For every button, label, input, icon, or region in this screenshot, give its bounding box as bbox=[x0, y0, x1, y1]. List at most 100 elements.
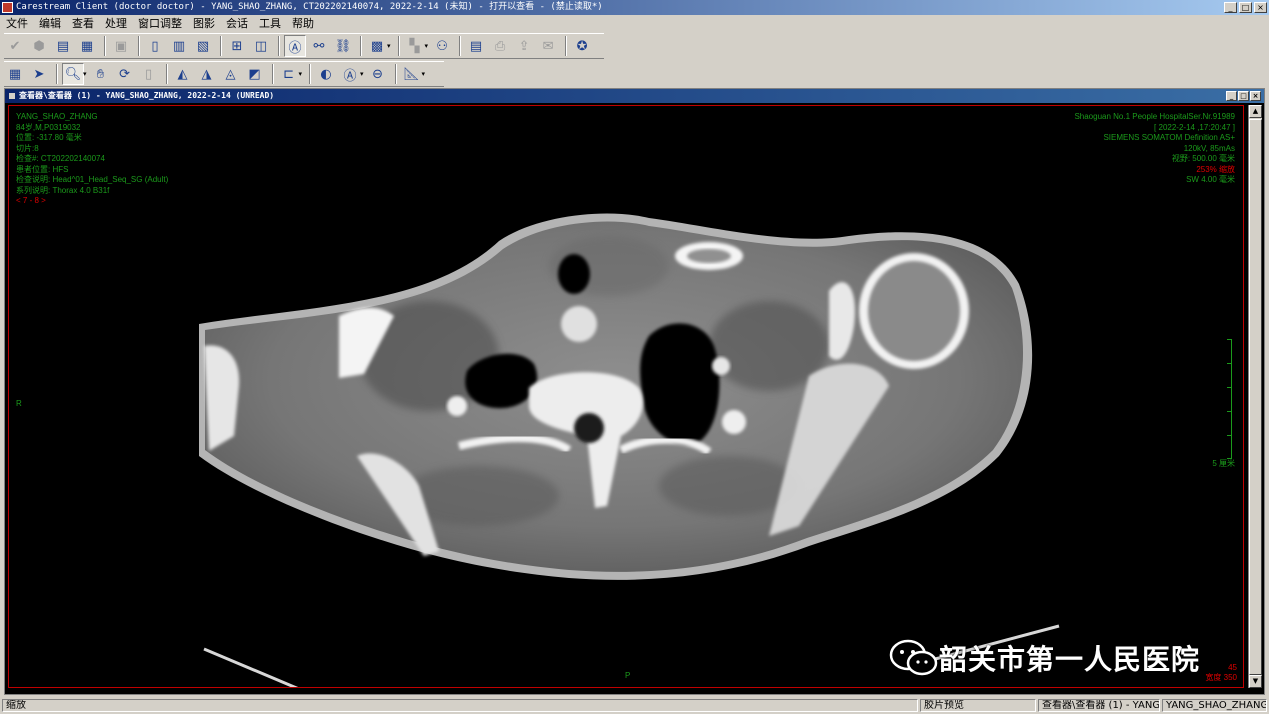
orientation-left-marker: R bbox=[16, 399, 22, 408]
patient-position: 患者位置: HFS bbox=[16, 164, 69, 174]
viewer-maximize-button[interactable]: □ bbox=[1238, 91, 1249, 101]
patient-info-overlay: YANG_SHAO_ZHANG 84岁,M,P0319032 位置: -317.… bbox=[16, 112, 168, 207]
open-study-icon[interactable]: ▤ bbox=[52, 35, 74, 57]
exposure-params: 120kV, 85mAs bbox=[1183, 143, 1235, 153]
main-toolbar: ✔ ⬢ ▤ ▦ ▣ ▯ ▥ ▧ ⊞ ◫ Ⓐ ⚯ ⛓ ▩ ▾ ▚ ▾ ⚇ ▤ ⎙ … bbox=[4, 33, 604, 59]
menu-process[interactable]: 处理 bbox=[105, 15, 127, 31]
window-level-overlay: 45 宽度 350 bbox=[1205, 663, 1237, 683]
document-icon[interactable]: ▯ bbox=[144, 35, 166, 57]
slice-number: 切片:8 bbox=[16, 143, 39, 153]
export-icon[interactable]: ⇪ bbox=[513, 35, 535, 57]
pan-hand-icon[interactable]: ✋︎ bbox=[90, 63, 112, 85]
scale-label: 5 厘米 bbox=[1212, 459, 1235, 468]
series-navigation[interactable]: < 7 - 8 > bbox=[16, 196, 168, 207]
study-number: 检查#: CT202202140074 bbox=[16, 154, 105, 163]
cine-icon[interactable]: ⚇ bbox=[431, 35, 453, 57]
save-icon[interactable]: ▣ bbox=[110, 35, 132, 57]
series-description: 系列说明: Thorax 4.0 B31f bbox=[16, 185, 110, 195]
stack-icon[interactable]: ▚ bbox=[404, 35, 426, 57]
maximize-button[interactable]: □ bbox=[1239, 2, 1252, 13]
reslice-axial-icon[interactable]: ◭ bbox=[172, 63, 194, 85]
copy-document-icon[interactable]: ▥ bbox=[168, 35, 190, 57]
film-preview-tab[interactable]: 胶片预览 bbox=[920, 699, 1036, 712]
orientation-bottom-marker: P bbox=[625, 671, 631, 680]
chevron-down-icon[interactable]: ▾ bbox=[425, 42, 429, 50]
mpr-icon[interactable]: ◩ bbox=[244, 63, 266, 85]
measure-roi-icon[interactable]: ⊏ bbox=[278, 63, 300, 85]
scroll-thumb[interactable] bbox=[1249, 119, 1262, 675]
chevron-down-icon[interactable]: ▾ bbox=[360, 70, 364, 78]
menu-bar: 文件 编辑 查看 处理 窗口调整 图影 会话 工具 帮助 bbox=[0, 15, 1269, 31]
scroll-up-arrow-icon[interactable]: ▲ bbox=[1249, 105, 1262, 118]
viewer-title-bar: 查看器\查看器 (1) - YANG_SHAO_ZHANG, 2022-2-14… bbox=[5, 89, 1264, 103]
patient-demographics: 84岁,M,P0319032 bbox=[16, 122, 81, 132]
reslice-sagittal-icon[interactable]: ◮ bbox=[196, 63, 218, 85]
overlay-text-icon[interactable]: ▩ bbox=[366, 35, 388, 57]
menu-tools[interactable]: 工具 bbox=[259, 15, 281, 31]
pointer-icon[interactable]: ➤ bbox=[28, 63, 50, 85]
status-patient-name: YANG_SHAO_ZHANG bbox=[1162, 699, 1267, 712]
app-logo-icon bbox=[2, 2, 13, 13]
check-icon[interactable]: ✔ bbox=[4, 35, 26, 57]
invert-icon[interactable]: Ⓐ bbox=[339, 63, 361, 85]
menu-view[interactable]: 查看 bbox=[72, 15, 94, 31]
window-level-icon[interactable]: ◐ bbox=[315, 63, 337, 85]
viewer-title: 查看器\查看器 (1) - YANG_SHAO_ZHANG, 2022-2-14… bbox=[19, 91, 275, 100]
zoom-icon[interactable]: 🔍︎ bbox=[62, 63, 84, 85]
stop-icon[interactable]: ⬢ bbox=[28, 35, 50, 57]
layout-grid-icon[interactable]: ⊞ bbox=[226, 35, 248, 57]
wechat-icon bbox=[889, 639, 938, 676]
reslice-coronal-icon[interactable]: ◬ bbox=[220, 63, 242, 85]
open-folder-icon[interactable]: ▦ bbox=[76, 35, 98, 57]
key-image-icon[interactable]: ✪ bbox=[571, 35, 593, 57]
status-bar: 缩放 胶片预览 查看器\查看器 (1) - YANG_S YANG_SHAO_Z… bbox=[0, 697, 1269, 714]
menu-help[interactable]: 帮助 bbox=[292, 15, 314, 31]
title-bar: Carestream Client (doctor doctor) - YANG… bbox=[0, 0, 1269, 15]
acquisition-info-overlay: Shaoguan No.1 People HospitalSer.Nr.9198… bbox=[1074, 112, 1235, 186]
link-icon[interactable]: ⚯ bbox=[308, 35, 330, 57]
menu-image[interactable]: 图影 bbox=[193, 15, 215, 31]
print-icon[interactable]: ⎙ bbox=[489, 35, 511, 57]
zoom-level: 253% 缩放 bbox=[1196, 164, 1235, 174]
close-button[interactable]: × bbox=[1254, 2, 1267, 13]
send-icon[interactable]: ✉ bbox=[537, 35, 559, 57]
image-toolbar: ▦ ➤ 🔍︎ ▾ ✋︎ ⟳ ▯ ◭ ◮ ◬ ◩ ⊏ ▾ ◐ Ⓐ ▾ ⊖ 📐︎ ▾ bbox=[4, 61, 444, 87]
viewer-minimize-button[interactable]: _ bbox=[1226, 91, 1237, 101]
menu-window-adjust[interactable]: 窗口调整 bbox=[138, 15, 182, 31]
menu-file[interactable]: 文件 bbox=[6, 15, 28, 31]
chain-icon[interactable]: ⛓ bbox=[332, 35, 354, 57]
scale-ruler bbox=[1226, 339, 1232, 459]
magnify-icon[interactable]: ▯ bbox=[138, 63, 160, 85]
minimize-button[interactable]: _ bbox=[1224, 2, 1237, 13]
layout-icon[interactable]: ▦ bbox=[4, 63, 26, 85]
ct-image-viewport[interactable]: YANG_SHAO_ZHANG 84岁,M,P0319032 位置: -317.… bbox=[8, 105, 1244, 688]
annotation-icon[interactable]: Ⓐ bbox=[284, 35, 306, 57]
chevron-down-icon[interactable]: ▾ bbox=[387, 42, 391, 50]
rotate-icon[interactable]: ⟳ bbox=[114, 63, 136, 85]
window-center: 45 bbox=[1228, 663, 1237, 672]
viewer-close-button[interactable]: × bbox=[1250, 91, 1261, 101]
app-window: Carestream Client (doctor doctor) - YANG… bbox=[0, 0, 1269, 714]
window-title: Carestream Client (doctor doctor) - YANG… bbox=[16, 2, 603, 12]
menu-edit[interactable]: 编辑 bbox=[39, 15, 61, 31]
chevron-down-icon[interactable]: ▾ bbox=[83, 70, 87, 78]
layout-split-icon[interactable]: ◫ bbox=[250, 35, 272, 57]
viewer-task-tab[interactable]: 查看器\查看器 (1) - YANG_S bbox=[1038, 699, 1160, 712]
status-message: 缩放 bbox=[2, 699, 918, 712]
viewer-menu-icon[interactable] bbox=[9, 93, 15, 99]
chevron-down-icon[interactable]: ▾ bbox=[422, 70, 426, 78]
field-of-view: 视野: 500.00 毫米 bbox=[1171, 154, 1235, 163]
hospital-name: Shaoguan No.1 People HospitalSer.Nr.9198… bbox=[1074, 112, 1235, 121]
image-viewer-window: 查看器\查看器 (1) - YANG_SHAO_ZHANG, 2022-2-14… bbox=[4, 88, 1265, 695]
ruler-angle-icon[interactable]: 📐︎ bbox=[401, 63, 423, 85]
slice-width: SW 4.00 毫米 bbox=[1186, 175, 1235, 184]
report-icon[interactable]: ▤ bbox=[465, 35, 487, 57]
flip-icon[interactable]: ⊖ bbox=[367, 63, 389, 85]
add-document-icon[interactable]: ▧ bbox=[192, 35, 214, 57]
watermark-text: 韶关市第一人民医院 bbox=[939, 643, 1201, 676]
scroll-down-arrow-icon[interactable]: ▼ bbox=[1249, 675, 1262, 688]
study-description: 检查说明: Head^01_Head_Seq_SG (Adult) bbox=[16, 175, 169, 184]
menu-session[interactable]: 会话 bbox=[226, 15, 248, 31]
chevron-down-icon[interactable]: ▾ bbox=[299, 70, 303, 78]
slice-scrollbar[interactable]: ▲ ▼ bbox=[1248, 105, 1262, 688]
